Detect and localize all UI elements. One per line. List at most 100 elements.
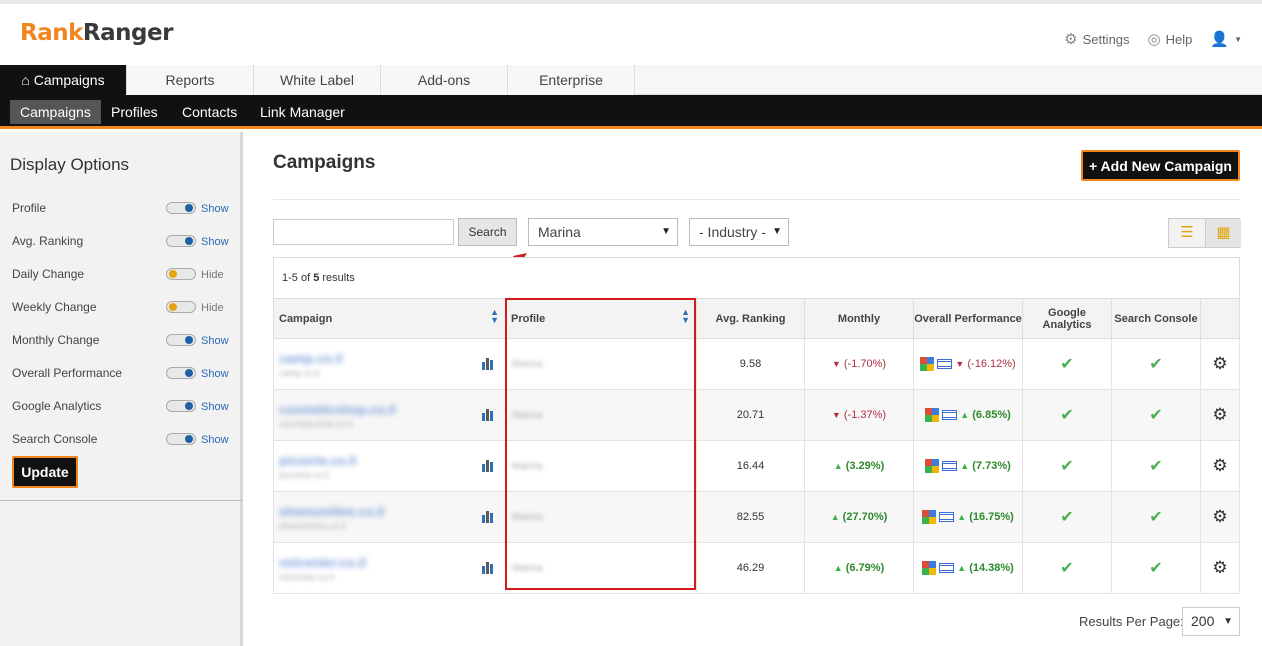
col-profile[interactable]: Profile ▲ ▼ [505, 298, 697, 339]
tab-enterprise[interactable]: Enterprise [508, 65, 635, 95]
toggle-state: Show [201, 368, 229, 380]
gear-icon[interactable]: ⚙ [1212, 405, 1227, 424]
actions-cell: ⚙ [1200, 440, 1240, 492]
help-link[interactable]: ◎ Help [1148, 30, 1193, 48]
gear-icon[interactable]: ⚙ [1212, 354, 1227, 373]
industry-select[interactable]: - Industry - ▼ [689, 218, 789, 246]
results-per-page-select[interactable]: 200 ▼ [1182, 607, 1240, 636]
search-input[interactable] [273, 219, 454, 245]
sort-icon[interactable]: ▲ ▼ [490, 308, 499, 325]
bar-chart-icon[interactable] [481, 407, 495, 424]
brand-logo[interactable]: RankRanger [20, 20, 173, 46]
check-icon: ✔ [1060, 509, 1074, 526]
gear-icon[interactable]: ⚙ [1212, 456, 1227, 475]
profile-select-value: Marina [538, 224, 581, 240]
avg-ranking-cell: 20.71 [696, 389, 805, 441]
toggle-switch[interactable] [166, 301, 196, 313]
logo-part-ranger: Ranger [82, 20, 174, 46]
search-button[interactable]: Search [458, 218, 517, 246]
option-overall-performance: Overall Performance Show [12, 366, 232, 382]
overall-change-value: (16.75%) [969, 510, 1014, 523]
table-header-row: Campaign ▲ ▼ Profile ▲ ▼ Avg. Ranking Mont… [273, 298, 1240, 339]
col-overall-performance[interactable]: Overall Performance [913, 298, 1023, 339]
campaign-name[interactable]: shoesonline.co.il [279, 504, 505, 519]
profile-name: Marina [512, 410, 543, 421]
add-new-campaign-button[interactable]: + Add New Campaign [1081, 150, 1240, 181]
tab-add-ons[interactable]: Add-ons [381, 65, 508, 95]
campaign-cell[interactable]: vetcenter.co.il vetcenter.co.il [273, 542, 506, 594]
campaign-cell[interactable]: shoesonline.co.il shoesonline.co.il [273, 491, 506, 543]
campaign-url: camp.co.il [279, 367, 320, 378]
check-icon: ✔ [1149, 458, 1163, 475]
toggle-state: Show [201, 203, 229, 215]
toggle-switch[interactable] [166, 400, 196, 412]
campaign-name[interactable]: vetcenter.co.il [279, 555, 505, 570]
campaign-cell[interactable]: pizzeria.co.il pizzeria.co.il [273, 440, 506, 492]
monthly-change-value: (-1.37%) [843, 409, 887, 421]
gear-icon[interactable]: ⚙ [1212, 558, 1227, 577]
list-view-icon[interactable]: ☰ [1169, 219, 1205, 247]
bar-chart-icon[interactable] [481, 458, 495, 475]
col-campaign[interactable]: Campaign ▲ ▼ [273, 298, 506, 339]
campaign-name[interactable]: camp.co.il [279, 351, 505, 366]
ga-cell: ✔ [1022, 491, 1112, 543]
col-google-analytics[interactable]: Google Analytics [1022, 298, 1112, 339]
option-search-console: Search Console Show [12, 432, 232, 448]
bar-chart-icon[interactable] [481, 509, 495, 526]
grid-view-icon[interactable]: ▦ [1205, 219, 1241, 247]
table-row: vetcenter.co.il vetcenter.co.il Marina 46.2… [273, 542, 1240, 594]
google-icon [922, 510, 937, 524]
toggle-switch[interactable] [166, 235, 196, 247]
subnav-link-manager[interactable]: Link Manager [250, 100, 355, 124]
monthly-change-icon: ▲ [833, 461, 843, 471]
results-summary-row: 1-5 of 5 results [273, 257, 1240, 299]
option-daily-change: Daily Change Hide [12, 267, 232, 283]
col-search-console[interactable]: Search Console [1111, 298, 1201, 339]
option-label: Weekly Change [12, 300, 97, 314]
toggle-switch[interactable] [166, 268, 196, 280]
toggle-switch[interactable] [166, 367, 196, 379]
overall-cell: ▲ (6.85%) [913, 389, 1023, 441]
subnav-campaigns[interactable]: Campaigns [10, 100, 101, 124]
option-avg-ranking: Avg. Ranking Show [12, 234, 232, 250]
campaign-cell[interactable]: cosmeticshop.co.il cosmeticshop.co.il [273, 389, 506, 441]
campaign-name[interactable]: pizzeria.co.il [279, 453, 505, 468]
actions-cell: ⚙ [1200, 542, 1240, 594]
settings-link[interactable]: ⚙ Settings [1064, 30, 1129, 48]
update-button[interactable]: Update [12, 456, 78, 488]
toggle-switch[interactable] [166, 334, 196, 346]
campaign-cell[interactable]: camp.co.il camp.co.il [273, 338, 506, 390]
tab-white-label[interactable]: White Label [254, 65, 381, 95]
col-monthly[interactable]: Monthly [804, 298, 914, 339]
avg-ranking-cell: 9.58 [696, 338, 805, 390]
bar-chart-icon[interactable] [481, 356, 495, 373]
tab-campaigns[interactable]: ⌂ Campaigns [0, 65, 127, 95]
toggle-state: Hide [201, 269, 224, 281]
toggle-switch[interactable] [166, 433, 196, 445]
subnav-contacts[interactable]: Contacts [172, 100, 247, 124]
toggle-switch[interactable] [166, 202, 196, 214]
overall-change-icon: ▲ [957, 562, 967, 573]
table-row: cosmeticshop.co.il cosmeticshop.co.il Mari… [273, 389, 1240, 441]
monthly-change-icon: ▼ [831, 359, 841, 369]
industry-select-value: - Industry - [699, 224, 766, 240]
chevron-down-icon: ▼ [661, 226, 671, 237]
check-icon: ✔ [1060, 458, 1074, 475]
bar-chart-icon[interactable] [481, 560, 495, 577]
check-icon: ✔ [1149, 509, 1163, 526]
avg-ranking-cell: 82.55 [696, 491, 805, 543]
user-icon: 👤 [1210, 31, 1230, 48]
option-weekly-change: Weekly Change Hide [12, 300, 232, 316]
tab-reports[interactable]: Reports [127, 65, 254, 95]
user-menu[interactable]: 👤 ▼ [1210, 30, 1242, 48]
subnav-profiles[interactable]: Profiles [101, 100, 168, 124]
campaign-name[interactable]: cosmeticshop.co.il [279, 402, 505, 417]
sort-icon[interactable]: ▲ ▼ [681, 308, 690, 325]
gear-icon[interactable]: ⚙ [1212, 507, 1227, 526]
sidebar-divider [0, 500, 243, 501]
monthly-cell: ▲ (27.70%) [804, 491, 914, 543]
col-avg-ranking[interactable]: Avg. Ranking [696, 298, 805, 339]
main-tabs: ⌂ Campaigns Reports White Label Add-ons … [0, 65, 1262, 95]
option-profile: Profile Show [12, 201, 232, 217]
profile-select[interactable]: Marina ▼ [528, 218, 678, 246]
